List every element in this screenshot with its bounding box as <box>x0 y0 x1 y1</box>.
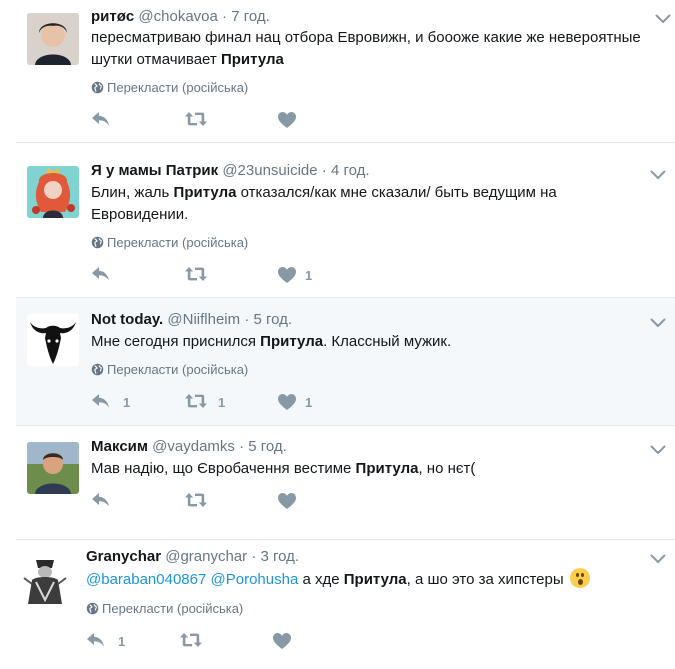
reply-icon <box>91 111 111 127</box>
separator-dot: · <box>222 8 228 25</box>
retweet-icon <box>184 492 208 508</box>
separator-dot: · <box>239 438 245 455</box>
tweet-header: ритøс @chokavoa · 7 год. <box>91 7 270 27</box>
mention-link[interactable]: @baraban040867 <box>86 571 206 588</box>
highlighted-keyword: Притула <box>355 460 419 477</box>
translate-link[interactable]: Перекласти (російська) <box>91 235 248 251</box>
globe-icon <box>91 81 104 94</box>
avatar-image <box>27 314 79 366</box>
separator-dot: · <box>244 311 250 328</box>
reply-icon <box>91 393 111 409</box>
timestamp[interactable]: 3 год. <box>261 548 300 565</box>
reply-icon <box>86 632 106 648</box>
avatar[interactable] <box>22 552 68 608</box>
chevron-down-icon[interactable] <box>650 167 666 177</box>
tweet-text: Мне сегодня приснился Притула. Классный … <box>91 333 452 350</box>
translate-link[interactable]: Перекласти (російська) <box>91 80 248 96</box>
timestamp[interactable]: 5 год. <box>253 311 292 328</box>
tweet[interactable]: Not today. @Niiflheim · 5 год. Мне сегод… <box>16 298 675 425</box>
tweet-text: @baraban040867 @Porohusha а хде Притула,… <box>86 568 661 591</box>
separator-dot: · <box>321 162 327 179</box>
globe-icon <box>91 363 104 376</box>
avatar-image <box>22 552 68 608</box>
tweet-header: Granychar @granychar · 3 год. <box>86 547 299 567</box>
user-name[interactable]: Not today. <box>91 311 163 328</box>
tweet-text: пересматриваю финал нац отбора Евровижн,… <box>91 29 641 68</box>
translate-link[interactable]: Перекласти (російська) <box>91 362 248 378</box>
user-handle[interactable]: @granychar <box>165 548 247 565</box>
user-name[interactable]: Granychar <box>86 548 161 565</box>
avatar[interactable] <box>27 166 79 218</box>
reply-icon <box>91 266 111 282</box>
retweet-icon <box>179 632 203 648</box>
tweet-text: Мав надію, що Євробачення вестиме Притул… <box>91 460 476 477</box>
tweet[interactable]: Я у мамы Патрик @23unsuicide · 4 год. Бл… <box>0 143 675 297</box>
mention-link[interactable]: @Porohusha <box>211 571 299 588</box>
user-handle[interactable]: @vaydamks <box>152 438 235 455</box>
astonished-face-icon <box>569 568 590 588</box>
tweet[interactable]: Максим @vaydamks · 5 год. Мав надію, що … <box>0 426 675 540</box>
separator-dot: · <box>251 548 257 565</box>
avatar[interactable] <box>27 442 79 494</box>
avatar-image <box>27 442 79 494</box>
tweet-text: Блин, жаль Притула отказался/как мне ска… <box>91 184 557 223</box>
timestamp[interactable]: 7 год. <box>231 8 270 25</box>
globe-icon <box>86 602 99 615</box>
user-name[interactable]: Я у мамы Патрик <box>91 162 218 179</box>
tweet-header: Not today. @Niiflheim · 5 год. <box>91 310 292 330</box>
translate-link[interactable]: Перекласти (російська) <box>86 601 243 617</box>
user-name[interactable]: Максим <box>91 438 148 455</box>
tweet[interactable]: Granychar @granychar · 3 год. @baraban04… <box>0 540 675 669</box>
tweet[interactable]: ритøс @chokavoa · 7 год. пересматриваю ф… <box>0 0 675 143</box>
highlighted-keyword: Притула <box>343 571 407 588</box>
avatar-image <box>27 166 79 218</box>
tweet-header: Максим @vaydamks · 5 год. <box>91 437 287 457</box>
highlighted-keyword: Притула <box>260 333 324 350</box>
chevron-down-icon[interactable] <box>655 11 671 21</box>
highlighted-keyword: Притула <box>173 184 237 201</box>
reply-icon <box>91 492 111 508</box>
heart-icon <box>277 393 297 411</box>
timestamp[interactable]: 4 год. <box>331 162 370 179</box>
chevron-down-icon[interactable] <box>650 551 666 561</box>
chevron-down-icon[interactable] <box>650 315 666 325</box>
user-handle[interactable]: @Niiflheim <box>167 311 240 328</box>
user-handle[interactable]: @23unsuicide <box>222 162 317 179</box>
heart-icon <box>277 266 297 284</box>
highlighted-keyword: Притула <box>220 51 284 68</box>
chevron-down-icon[interactable] <box>650 442 666 452</box>
timestamp[interactable]: 5 год. <box>248 438 287 455</box>
user-handle[interactable]: @chokavoa <box>138 8 217 25</box>
retweet-icon <box>184 266 208 282</box>
avatar[interactable] <box>27 13 79 65</box>
tweet-header: Я у мамы Патрик @23unsuicide · 4 год. <box>91 161 370 181</box>
user-name[interactable]: ритøс <box>91 8 134 25</box>
heart-icon <box>277 492 297 510</box>
retweet-icon <box>184 393 208 409</box>
retweet-icon <box>184 111 208 127</box>
globe-icon <box>91 236 104 249</box>
avatar[interactable] <box>27 314 79 366</box>
avatar-image <box>27 13 79 65</box>
heart-icon <box>272 632 292 650</box>
heart-icon <box>277 111 297 129</box>
